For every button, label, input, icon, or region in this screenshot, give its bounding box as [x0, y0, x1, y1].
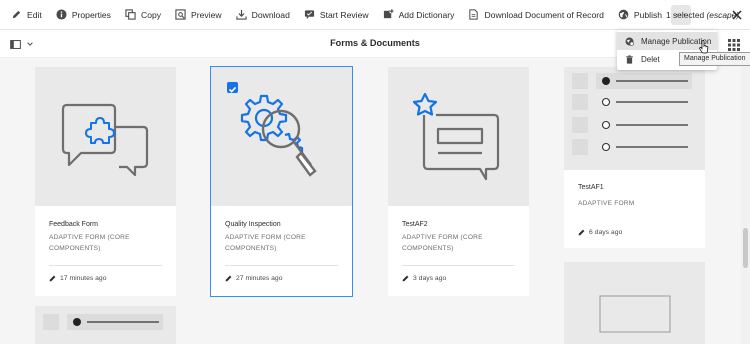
pencil-icon — [49, 275, 56, 282]
edit-label: Edit — [27, 9, 42, 20]
card-modified: 6 days ago — [578, 229, 622, 236]
form-card-quality-inspection[interactable]: Quality Inspection ADAPTIVE FORM (CORE C… — [210, 66, 353, 297]
close-icon[interactable] — [731, 9, 743, 21]
card-divider — [225, 265, 338, 266]
card-modified-text: 3 days ago — [413, 275, 447, 282]
form-preview-graphic — [572, 73, 692, 155]
card-type-line2: COMPONENTS) — [402, 245, 454, 252]
hand-cursor-icon — [699, 40, 709, 54]
chat-puzzle-icon — [61, 103, 149, 177]
download-icon — [235, 9, 247, 20]
card-title: TestAF2 — [402, 221, 428, 228]
pencil-icon — [402, 275, 409, 282]
form-card-testaf2[interactable]: TestAF2 ADAPTIVE FORM (CORE COMPONENTS) … — [388, 67, 529, 296]
review-icon — [304, 10, 314, 20]
card-type-line1: ADAPTIVE FORM (CORE — [225, 234, 306, 241]
preview-icon — [175, 9, 186, 20]
card-modified: 3 days ago — [402, 275, 446, 282]
checkmark-icon — [228, 86, 237, 93]
card-type-line2: COMPONENTS) — [49, 245, 101, 252]
card-thumbnail — [388, 67, 529, 206]
document-icon — [469, 9, 479, 20]
edit-button[interactable]: Edit — [0, 0, 49, 30]
form-card-partial-left[interactable] — [35, 306, 176, 344]
start-review-label: Start Review — [319, 9, 369, 20]
card-modified-text: 6 days ago — [589, 229, 623, 236]
card-title: Feedback Form — [49, 221, 99, 228]
selection-status: 1 selected (escape) — [666, 0, 739, 30]
copy-icon — [125, 9, 136, 20]
download-document-of-record-label: Download Document of Record — [484, 9, 604, 20]
card-type-line1: ADAPTIVE FORM (CORE — [49, 234, 130, 241]
action-toolbar: Edit Properties Copy Preview Download St… — [0, 0, 750, 30]
download-button[interactable]: Download — [229, 0, 297, 30]
publication-icon — [625, 37, 634, 46]
preview-button[interactable]: Preview — [168, 0, 229, 30]
copy-label: Copy — [140, 9, 162, 20]
card-thumbnail — [564, 262, 705, 344]
add-dictionary-button[interactable]: Add Dictionary — [376, 0, 462, 30]
card-view-icon[interactable] — [728, 39, 740, 51]
trash-icon — [626, 54, 633, 64]
dictionary-icon — [383, 9, 394, 19]
card-thumbnail — [35, 306, 176, 344]
card-type: ADAPTIVE FORM — [578, 198, 634, 209]
form-preview-graphic — [43, 314, 163, 330]
card-title: Quality Inspection — [225, 221, 281, 228]
card-type: ADAPTIVE FORM (CORE COMPONENTS) — [225, 232, 306, 254]
pencil-icon — [12, 10, 21, 19]
form-card-testaf1[interactable]: TestAF1 ADAPTIVE FORM 6 days ago — [564, 67, 705, 248]
form-card-partial-right[interactable] — [564, 262, 705, 344]
add-dictionary-label: Add Dictionary — [398, 9, 455, 20]
card-divider — [402, 265, 515, 266]
card-type: ADAPTIVE FORM (CORE COMPONENTS) — [402, 232, 483, 254]
properties-button[interactable]: Properties — [49, 0, 118, 30]
form-preview-graphic — [599, 295, 671, 333]
card-modified-text: 27 minutes ago — [236, 275, 283, 282]
publish-button[interactable]: Publish — [611, 0, 669, 30]
card-modified-text: 17 minutes ago — [60, 275, 107, 282]
card-title: TestAF1 — [578, 184, 604, 191]
card-thumbnail — [211, 67, 352, 206]
card-modified: 27 minutes ago — [225, 275, 282, 282]
start-review-button[interactable]: Start Review — [297, 0, 376, 30]
menu-item-label: Delet — [641, 54, 660, 64]
preview-label: Preview — [191, 9, 222, 20]
card-type-line2: COMPONENTS) — [225, 245, 277, 252]
info-icon — [56, 9, 67, 20]
download-document-of-record-button[interactable]: Download Document of Record — [461, 0, 610, 30]
manage-publication-tooltip: Manage Publication — [679, 52, 750, 66]
scrollbar-thumb[interactable] — [743, 228, 748, 268]
card-type-line1: ADAPTIVE FORM (CORE — [402, 234, 483, 241]
publish-label: Publish — [633, 9, 663, 20]
content-scrollbar[interactable] — [741, 58, 750, 344]
globe-icon — [618, 9, 629, 20]
card-divider — [49, 265, 162, 266]
copy-button[interactable]: Copy — [118, 0, 168, 30]
download-label: Download — [251, 9, 290, 20]
properties-label: Properties — [71, 9, 111, 20]
pencil-icon — [578, 229, 585, 236]
form-preview — [564, 67, 705, 170]
card-type-line1: ADAPTIVE FORM — [578, 200, 635, 207]
form-card-feedback-form[interactable]: Feedback Form ADAPTIVE FORM (CORE COMPON… — [35, 67, 176, 296]
selection-count: 1 selected — [666, 10, 705, 20]
card-modified: 17 minutes ago — [49, 275, 106, 282]
pencil-icon — [225, 275, 232, 282]
selection-checkbox[interactable] — [227, 82, 238, 93]
card-type: ADAPTIVE FORM (CORE COMPONENTS) — [49, 232, 130, 254]
card-thumbnail — [35, 67, 176, 206]
star-message-icon — [412, 92, 500, 181]
